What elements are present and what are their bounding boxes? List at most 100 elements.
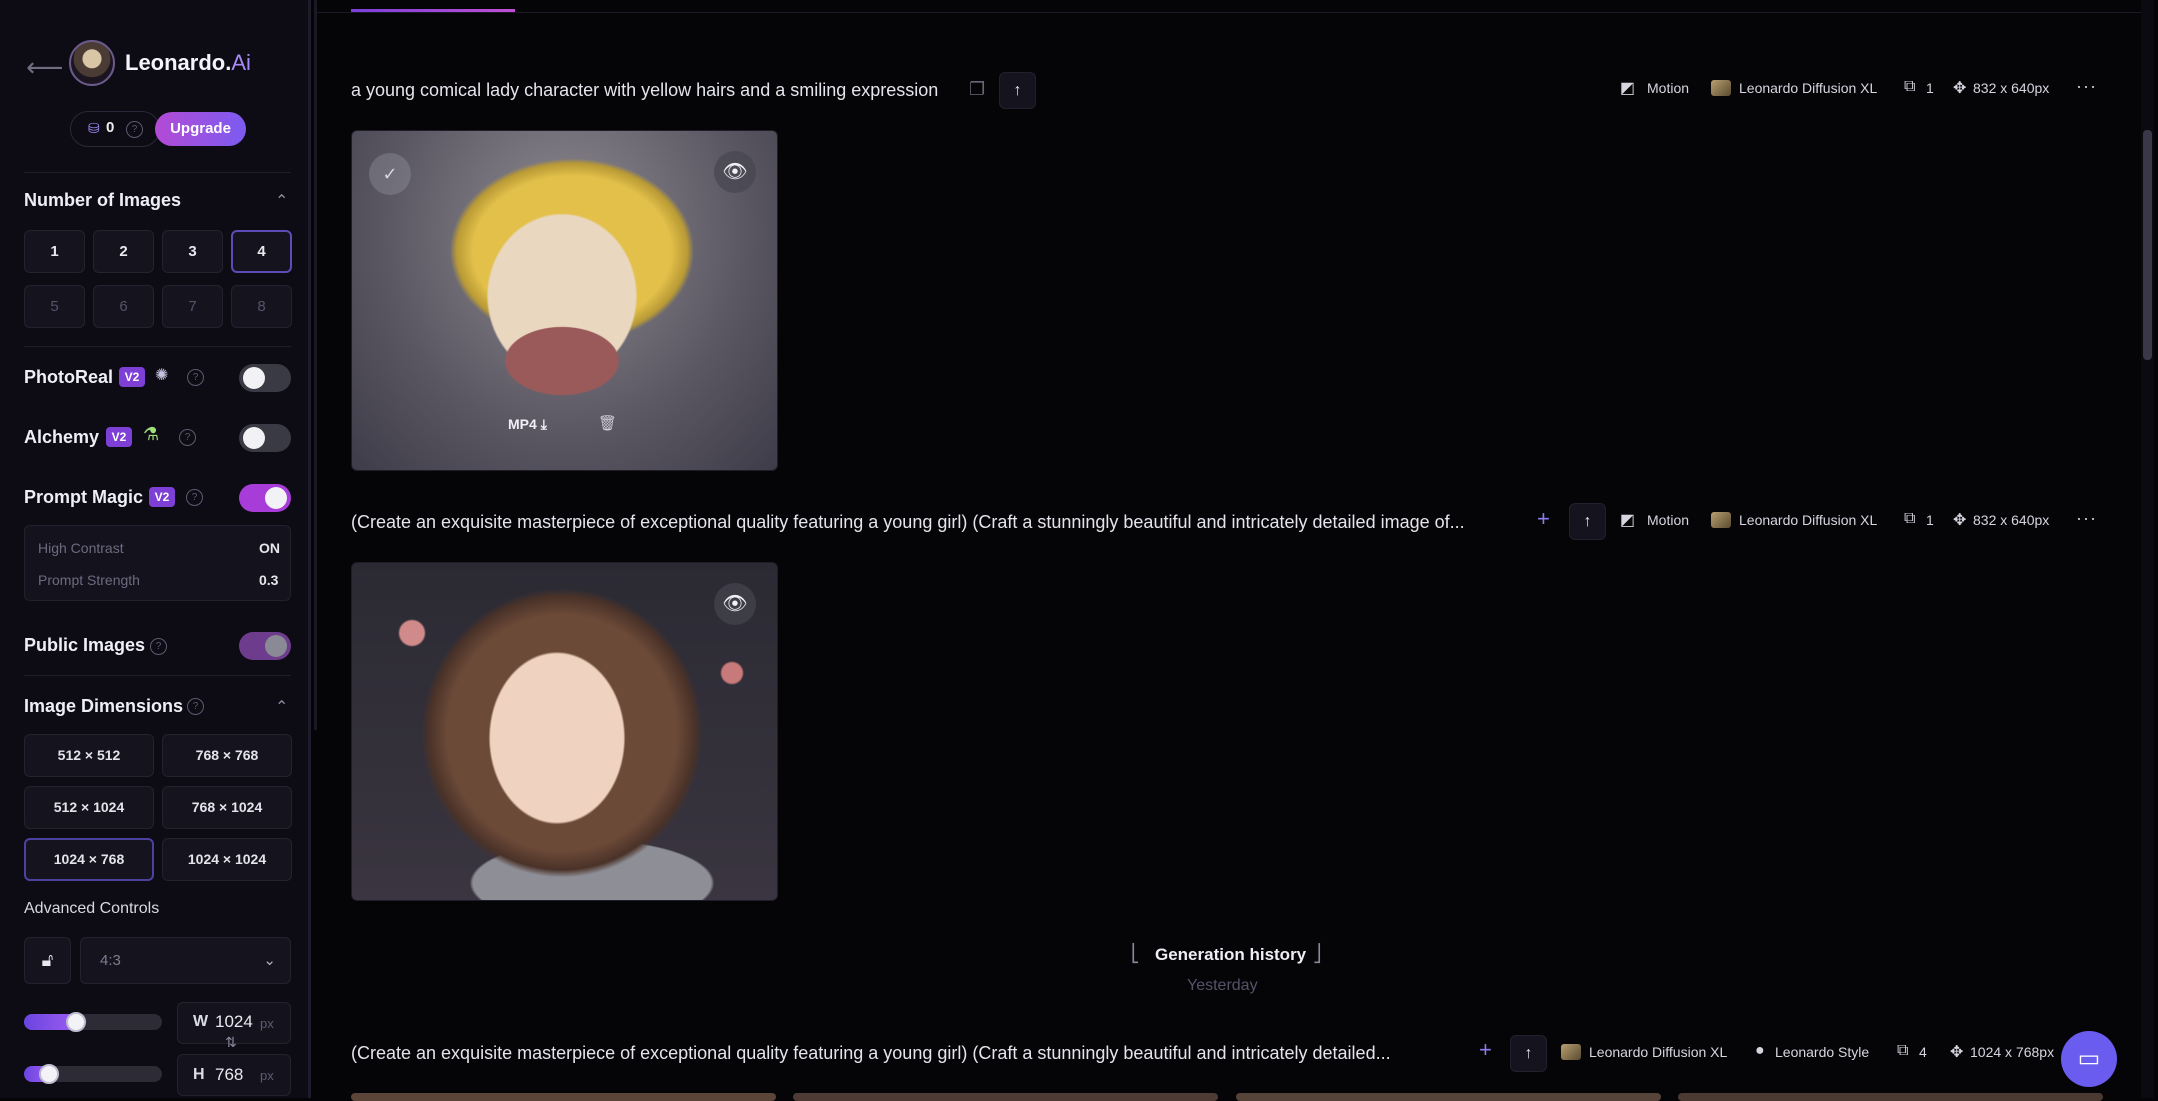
- aspect-lock-button[interactable]: 🔓︎: [24, 937, 71, 984]
- high-contrast-value[interactable]: ON: [259, 540, 280, 556]
- height-slider-handle[interactable]: [39, 1064, 59, 1084]
- generation-1-motion: Motion: [1647, 80, 1689, 96]
- help-icon[interactable]: ?: [126, 121, 143, 138]
- eye-icon[interactable]: 👁︎: [714, 151, 756, 193]
- prompt-magic-toggle[interactable]: [239, 484, 291, 512]
- copy-icon[interactable]: ❐: [969, 79, 985, 100]
- brand-logo[interactable]: Leonardo.Ai: [125, 50, 251, 76]
- photoreal-v2-badge: V2: [119, 367, 145, 387]
- prompt-magic-label: Prompt Magic: [24, 487, 143, 508]
- chat-support-button[interactable]: ▭: [2061, 1031, 2117, 1087]
- dimension-512x512[interactable]: 512 × 512: [24, 734, 154, 777]
- token-balance: [70, 111, 160, 147]
- dimension-768x768[interactable]: 768 × 768: [162, 734, 292, 777]
- chevron-up-icon[interactable]: ⌃: [275, 697, 288, 717]
- generation-3-size: 1024 x 768px: [1970, 1044, 2054, 1060]
- public-images-help-icon[interactable]: ?: [150, 638, 167, 655]
- more-icon[interactable]: ···: [2076, 508, 2097, 529]
- chevron-up-icon[interactable]: ⌃: [275, 191, 288, 211]
- photoreal-toggle[interactable]: [239, 364, 291, 392]
- token-icon: ⛁: [88, 120, 100, 137]
- generation-2-count: 1: [1926, 512, 1934, 528]
- model-thumb-icon: [1711, 80, 1731, 96]
- arrow-up-icon: ↑: [1584, 513, 1592, 530]
- model-thumb-icon: [1561, 1044, 1581, 1060]
- back-arrow-icon[interactable]: ⟵: [26, 52, 63, 83]
- upgrade-button[interactable]: Upgrade: [155, 112, 246, 146]
- chevron-down-icon: ⌄: [263, 938, 276, 983]
- image-dimensions-help-icon[interactable]: ?: [187, 698, 204, 715]
- prompt-strength-label: Prompt Strength: [38, 572, 140, 588]
- photoreal-help-icon[interactable]: ?: [187, 369, 204, 386]
- image-count-4[interactable]: 4: [231, 230, 292, 273]
- resize-icon: ✥: [1950, 1042, 1963, 1062]
- model-thumb-icon: [1711, 512, 1731, 528]
- trash-icon[interactable]: 🗑︎: [598, 414, 617, 432]
- aspect-ratio-value: 4:3: [100, 952, 121, 969]
- image-count-3[interactable]: 3: [162, 230, 223, 273]
- prompt-magic-help-icon[interactable]: ?: [186, 489, 203, 506]
- dimension-768x1024[interactable]: 768 × 1024: [162, 786, 292, 829]
- prompt-magic-settings: [24, 525, 291, 601]
- count-icon: ⧉: [1904, 510, 1915, 528]
- main-scrollbar[interactable]: [2143, 130, 2152, 360]
- generated-image-thumb[interactable]: [1678, 1093, 2103, 1101]
- generated-image-thumb[interactable]: [1236, 1093, 1661, 1101]
- advanced-controls-label: Advanced Controls: [24, 900, 159, 918]
- generated-image-cartoon-lady[interactable]: [351, 130, 778, 471]
- generation-3-count: 4: [1919, 1044, 1927, 1060]
- eye-icon[interactable]: 👁︎: [714, 583, 756, 625]
- motion-icon: ◩: [1620, 510, 1635, 530]
- sidebar: ⟵ Leonardo.Ai ⛁ 0 ? Upgrade Number of Im…: [0, 0, 311, 1098]
- brand-avatar: [69, 40, 115, 86]
- alchemy-toggle[interactable]: [239, 424, 291, 452]
- width-slider-handle[interactable]: [66, 1012, 86, 1032]
- generation-history-date: Yesterday: [1187, 977, 1258, 995]
- image-count-8[interactable]: 8: [231, 285, 292, 328]
- width-slider[interactable]: [24, 1014, 162, 1030]
- prompt-magic-v2-badge: V2: [149, 487, 175, 507]
- style-drop-icon: ●: [1755, 1042, 1765, 1060]
- prompt-strength-value[interactable]: 0.3: [259, 572, 278, 588]
- reuse-prompt-button[interactable]: ↑: [999, 72, 1036, 109]
- image-count-5[interactable]: 5: [24, 285, 85, 328]
- generated-image-thumb[interactable]: [793, 1093, 1218, 1101]
- image-count-2[interactable]: 2: [93, 230, 154, 273]
- width-value[interactable]: 1024: [215, 1012, 253, 1032]
- height-value[interactable]: 768: [215, 1065, 243, 1085]
- history-bracket-right-icon: ⎦: [1313, 944, 1322, 964]
- swap-icon[interactable]: ⇅: [225, 1034, 237, 1051]
- photoreal-icon: ✺: [155, 365, 168, 385]
- divider: [24, 675, 291, 676]
- alchemy-flask-icon: ⚗: [143, 424, 159, 445]
- mp4-download-button[interactable]: MP4 ⤓: [508, 416, 547, 433]
- reuse-prompt-button[interactable]: ↑: [1569, 503, 1606, 540]
- mp4-label: MP4: [508, 416, 537, 432]
- lock-icon: 🔓︎: [42, 950, 54, 970]
- plus-icon[interactable]: +: [1479, 1037, 1492, 1063]
- width-unit: px: [260, 1016, 274, 1031]
- more-icon[interactable]: ···: [2076, 76, 2097, 97]
- dimension-1024x1024[interactable]: 1024 × 1024: [162, 838, 292, 881]
- image-count-6[interactable]: 6: [93, 285, 154, 328]
- arrow-up-icon: ↑: [1014, 82, 1022, 99]
- image-count-7[interactable]: 7: [162, 285, 223, 328]
- brand-suffix: Ai: [231, 50, 251, 75]
- generated-image-thumb[interactable]: [351, 1093, 776, 1101]
- alchemy-help-icon[interactable]: ?: [179, 429, 196, 446]
- motion-icon: ◩: [1620, 78, 1635, 98]
- dimension-1024x768[interactable]: 1024 × 768: [24, 838, 154, 881]
- plus-icon[interactable]: +: [1537, 506, 1550, 532]
- reuse-prompt-button[interactable]: ↑: [1510, 1035, 1547, 1072]
- brand-name: Leonardo.: [125, 50, 231, 75]
- generated-image-young-girl[interactable]: [351, 562, 778, 901]
- sidebar-scrollbar[interactable]: [314, 0, 317, 730]
- image-count-1[interactable]: 1: [24, 230, 85, 273]
- public-images-toggle[interactable]: [239, 632, 291, 660]
- dimension-512x1024[interactable]: 512 × 1024: [24, 786, 154, 829]
- resize-icon: ✥: [1953, 510, 1966, 530]
- aspect-ratio-select[interactable]: 4:3 ⌄: [80, 937, 291, 984]
- select-check-icon[interactable]: ✓: [369, 153, 411, 195]
- history-bracket-left-icon: ⎣: [1131, 944, 1140, 964]
- generation-3-prompt: (Create an exquisite masterpiece of exce…: [351, 1043, 1391, 1064]
